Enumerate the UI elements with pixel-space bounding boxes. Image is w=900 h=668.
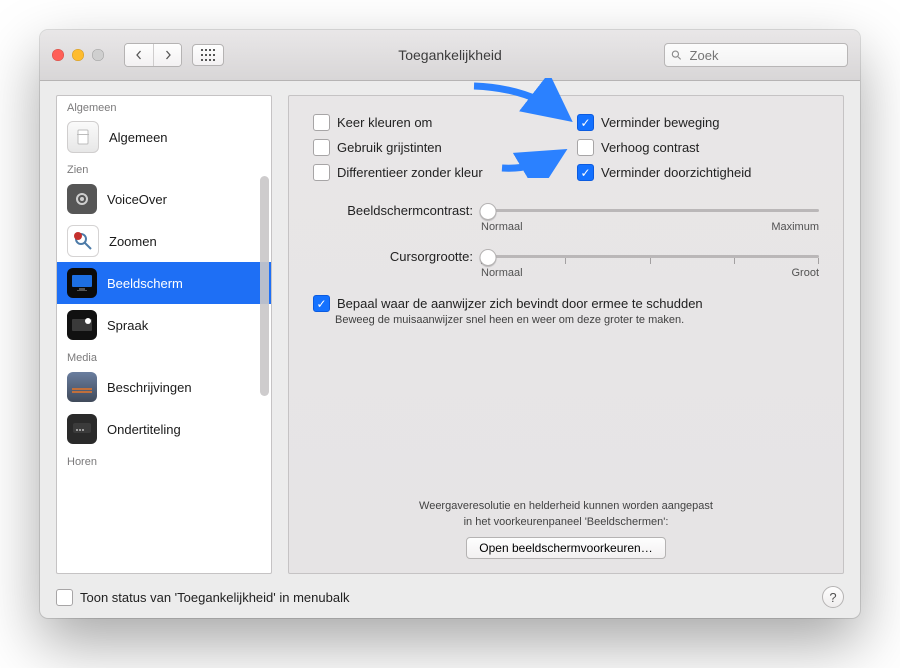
- slider-max-label: Groot: [791, 267, 819, 279]
- sidebar-item-label: Beschrijvingen: [107, 380, 192, 395]
- slider-wrap: Normaal Groot: [481, 249, 819, 279]
- checkbox-label: Toon status van 'Toegankelijkheid' in me…: [80, 590, 349, 605]
- sidebar-item-beschrijvingen[interactable]: Beschrijvingen: [57, 366, 271, 408]
- checkbox-icon: ✓: [577, 114, 594, 131]
- general-icon: [67, 121, 99, 153]
- search-field[interactable]: [664, 43, 848, 67]
- checkbox-icon: ✓: [313, 295, 330, 312]
- display-icon: [67, 268, 97, 298]
- slider-track[interactable]: [481, 203, 819, 219]
- footer: Toon status van 'Toegankelijkheid' in me…: [56, 586, 844, 608]
- sidebar-section-horen: Horen: [57, 450, 271, 470]
- sidebar-item-voiceover[interactable]: VoiceOver: [57, 178, 271, 220]
- window-body: Algemeen Algemeen Zien: [40, 81, 860, 618]
- checkbox-differentiate-without-color[interactable]: Differentieer zonder kleur: [313, 164, 553, 181]
- checkbox-icon: [313, 139, 330, 156]
- sidebar-item-label: Ondertiteling: [107, 422, 181, 437]
- display-prefs-hint: Weergaveresolutie en helderheid kunnen w…: [313, 499, 819, 559]
- slider-wrap: Normaal Maximum: [481, 203, 819, 233]
- open-display-prefs-button[interactable]: Open beeldschermvoorkeuren…: [466, 537, 665, 559]
- descriptions-icon: [67, 372, 97, 402]
- sidebar: Algemeen Algemeen Zien: [56, 95, 272, 574]
- checkbox-show-menu-status[interactable]: Toon status van 'Toegankelijkheid' in me…: [56, 589, 349, 606]
- forward-button[interactable]: [153, 44, 181, 66]
- display-settings-panel: Keer kleuren om ✓ Verminder beweging Geb…: [288, 95, 844, 574]
- columns: Algemeen Algemeen Zien: [56, 95, 844, 574]
- slider-max-label: Maximum: [771, 221, 819, 233]
- hint-line: in het voorkeurenpaneel 'Beeldschermen':: [464, 516, 669, 528]
- search-input[interactable]: [688, 47, 841, 64]
- grid-icon: [201, 49, 215, 61]
- subtitles-icon: [67, 414, 97, 444]
- slider-track[interactable]: [481, 249, 819, 265]
- minimize-window-button[interactable]: [72, 49, 84, 61]
- checkbox-label: Gebruik grijstinten: [337, 140, 442, 155]
- checkbox-label: Differentieer zonder kleur: [337, 165, 483, 180]
- checkbox-label: Verminder beweging: [601, 115, 720, 130]
- sidebar-item-label: Algemeen: [109, 130, 168, 145]
- sidebar-scroll[interactable]: Algemeen Algemeen Zien: [57, 96, 271, 573]
- hint-line: Weergaveresolutie en helderheid kunnen w…: [419, 500, 713, 512]
- speech-icon: [67, 310, 97, 340]
- checkbox-icon: [313, 114, 330, 131]
- chevron-left-icon: [134, 50, 144, 60]
- sidebar-item-beeldscherm[interactable]: Beeldscherm: [57, 262, 271, 304]
- checkbox-icon: [313, 164, 330, 181]
- sidebar-item-spraak[interactable]: Spraak: [57, 304, 271, 346]
- slider-min-label: Normaal: [481, 267, 523, 279]
- slider-label: Beeldschermcontrast:: [313, 203, 473, 218]
- sidebar-container: Algemeen Algemeen Zien: [56, 95, 272, 574]
- checkbox-icon: ✓: [577, 164, 594, 181]
- checkbox-use-grayscale[interactable]: Gebruik grijstinten: [313, 139, 553, 156]
- help-icon: ?: [829, 590, 836, 605]
- checkbox-icon: [577, 139, 594, 156]
- shake-pointer-subtext: Beweeg de muisaanwijzer snel heen en wee…: [335, 314, 819, 326]
- sidebar-item-label: Beeldscherm: [107, 276, 183, 291]
- checkbox-reduce-motion[interactable]: ✓ Verminder beweging: [577, 114, 819, 131]
- sidebar-item-zoomen[interactable]: Zoomen: [57, 220, 271, 262]
- sidebar-item-label: Spraak: [107, 318, 148, 333]
- sidebar-section-zien: Zien: [57, 158, 271, 178]
- nav-back-forward: [124, 43, 182, 67]
- checkbox-label: Keer kleuren om: [337, 115, 432, 130]
- sidebar-item-algemeen[interactable]: Algemeen: [57, 116, 271, 158]
- panel-container: Keer kleuren om ✓ Verminder beweging Geb…: [288, 95, 844, 574]
- window-controls: [52, 49, 104, 61]
- search-icon: [671, 49, 682, 61]
- show-all-button[interactable]: [192, 44, 224, 66]
- toolbar: Toegankelijkheid: [40, 30, 860, 81]
- checkbox-reduce-transparency[interactable]: ✓ Verminder doorzichtigheid: [577, 164, 819, 181]
- zoom-icon: [67, 225, 99, 257]
- checkbox-icon: [56, 589, 73, 606]
- sidebar-item-label: VoiceOver: [107, 192, 167, 207]
- chevron-right-icon: [163, 50, 173, 60]
- checkbox-label: Bepaal waar de aanwijzer zich bevindt do…: [337, 296, 703, 311]
- checkbox-invert-colors[interactable]: Keer kleuren om: [313, 114, 553, 131]
- preferences-window: Toegankelijkheid Algemeen: [40, 30, 860, 618]
- zoom-window-button[interactable]: [92, 49, 104, 61]
- checkbox-shake-to-locate[interactable]: ✓ Bepaal waar de aanwijzer zich bevindt …: [313, 295, 819, 312]
- checkbox-label: Verhoog contrast: [601, 140, 699, 155]
- sidebar-item-ondertiteling[interactable]: Ondertiteling: [57, 408, 271, 450]
- checkbox-increase-contrast[interactable]: Verhoog contrast: [577, 139, 819, 156]
- slider-cursor-size: Cursorgrootte: Normaal Groot: [313, 249, 819, 279]
- help-button[interactable]: ?: [822, 586, 844, 608]
- close-window-button[interactable]: [52, 49, 64, 61]
- voiceover-icon: [67, 184, 97, 214]
- checkbox-grid: Keer kleuren om ✓ Verminder beweging Geb…: [313, 112, 819, 183]
- checkbox-label: Verminder doorzichtigheid: [601, 165, 751, 180]
- sidebar-item-label: Zoomen: [109, 234, 157, 249]
- slider-min-label: Normaal: [481, 221, 523, 233]
- sidebar-section-media: Media: [57, 346, 271, 366]
- slider-label: Cursorgrootte:: [313, 249, 473, 264]
- sidebar-scrollbar[interactable]: [260, 176, 269, 396]
- shake-pointer-block: ✓ Bepaal waar de aanwijzer zich bevindt …: [313, 293, 819, 326]
- slider-display-contrast: Beeldschermcontrast: Normaal Maximum: [313, 203, 819, 233]
- sidebar-section-algemeen: Algemeen: [57, 96, 271, 116]
- back-button[interactable]: [125, 44, 153, 66]
